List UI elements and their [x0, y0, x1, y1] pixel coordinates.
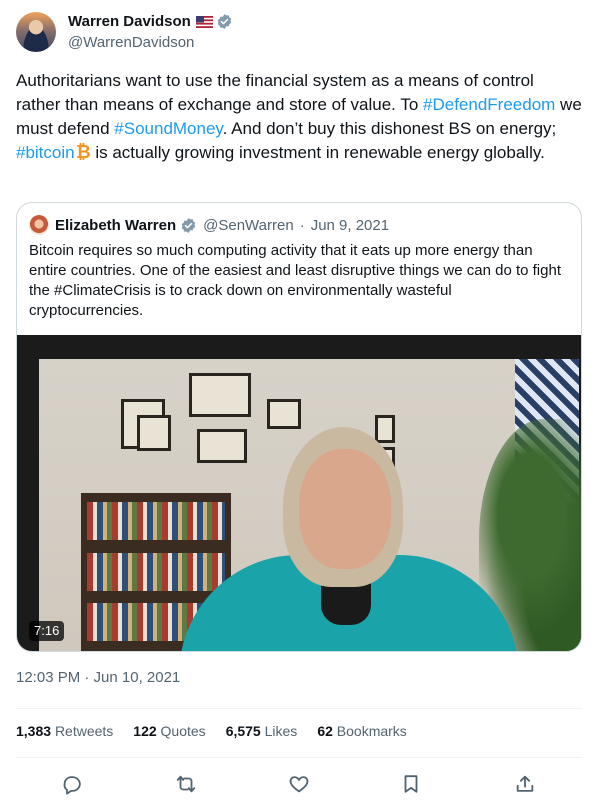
- speaker-face: [299, 449, 391, 569]
- quotes-count: 122: [133, 723, 157, 739]
- verified-badge-icon: [181, 217, 196, 233]
- tweet-timestamp[interactable]: 12:03 PM · Jun 10, 2021: [16, 669, 180, 686]
- tweet-text-segment: is actually growing investment in renewa…: [90, 143, 545, 162]
- quote-date: Jun 9, 2021: [310, 216, 390, 234]
- author-name-row: Warren Davidson: [68, 13, 233, 30]
- meta-separator: ·: [299, 216, 305, 234]
- author-handle[interactable]: @WarrenDavidson: [68, 34, 194, 51]
- quote-header: Elizabeth Warren @SenWarren · Jun 9, 202…: [29, 215, 389, 235]
- likes-stat[interactable]: 6,575 Likes: [226, 723, 298, 739]
- bookmark-icon: [404, 775, 418, 793]
- author-avatar[interactable]: [16, 12, 56, 52]
- divider: [16, 708, 582, 709]
- wall-frame: [137, 415, 171, 451]
- engagement-stats: 1,383 Retweets 122 Quotes 6,575 Likes 62…: [16, 723, 407, 739]
- reply-button[interactable]: [58, 770, 86, 798]
- divider: [16, 757, 582, 758]
- video-thumbnail: [39, 359, 581, 651]
- bookmark-button[interactable]: [397, 770, 425, 798]
- quote-author-handle: @SenWarren: [203, 216, 294, 234]
- retweets-count: 1,383: [16, 723, 52, 739]
- quoted-tweet[interactable]: Elizabeth Warren @SenWarren · Jun 9, 202…: [16, 202, 582, 652]
- wall-frame: [267, 399, 301, 429]
- svg-text:₿: ₿: [76, 142, 91, 161]
- quote-author-name: Elizabeth Warren: [55, 216, 177, 234]
- retweets-label: Retweets: [54, 723, 114, 739]
- retweet-button[interactable]: [172, 770, 200, 798]
- tweet-text: Authoritarians want to use the financial…: [16, 69, 582, 165]
- verified-badge-icon[interactable]: [216, 13, 233, 30]
- share-button[interactable]: [511, 770, 539, 798]
- wall-frame: [375, 415, 395, 443]
- wall-frame: [197, 429, 247, 463]
- quotes-stat[interactable]: 122 Quotes: [133, 723, 205, 739]
- wall-frame: [189, 373, 251, 417]
- video-duration-badge: 7:16: [29, 621, 65, 641]
- bookmarks-count: 62: [317, 723, 333, 739]
- books: [87, 502, 225, 540]
- quotes-label: Quotes: [160, 723, 206, 739]
- tweet-text-segment: . And don’t buy this dishonest BS on ene…: [222, 119, 557, 138]
- us-flag-icon: [195, 15, 213, 28]
- quote-video[interactable]: 7:16: [17, 335, 581, 651]
- bookmarks-label: Bookmarks: [336, 723, 407, 739]
- share-icon: [516, 775, 534, 792]
- retweet-icon: [176, 775, 196, 793]
- books: [87, 553, 225, 591]
- bookmarks-stat[interactable]: 62 Bookmarks: [317, 723, 407, 739]
- quote-text: Bitcoin requires so much computing activ…: [29, 242, 561, 319]
- tweet-author: Warren Davidson @WarrenDavidson: [16, 12, 582, 52]
- quote-author-avatar: [29, 215, 49, 235]
- like-icon: [289, 776, 309, 793]
- like-button[interactable]: [285, 770, 313, 798]
- author-name[interactable]: Warren Davidson: [68, 13, 191, 30]
- likes-label: Likes: [264, 723, 298, 739]
- hashtag-link[interactable]: #SoundMoney: [114, 119, 222, 138]
- hashtag-link[interactable]: #bitcoin: [16, 143, 75, 162]
- hashtag-link[interactable]: #DefendFreedom: [423, 95, 555, 114]
- action-bar: [16, 770, 582, 798]
- likes-count: 6,575: [225, 723, 261, 739]
- retweets-stat[interactable]: 1,383 Retweets: [16, 723, 113, 739]
- bitcoin-emoji-icon: ₿: [76, 142, 91, 161]
- reply-icon: [63, 776, 81, 795]
